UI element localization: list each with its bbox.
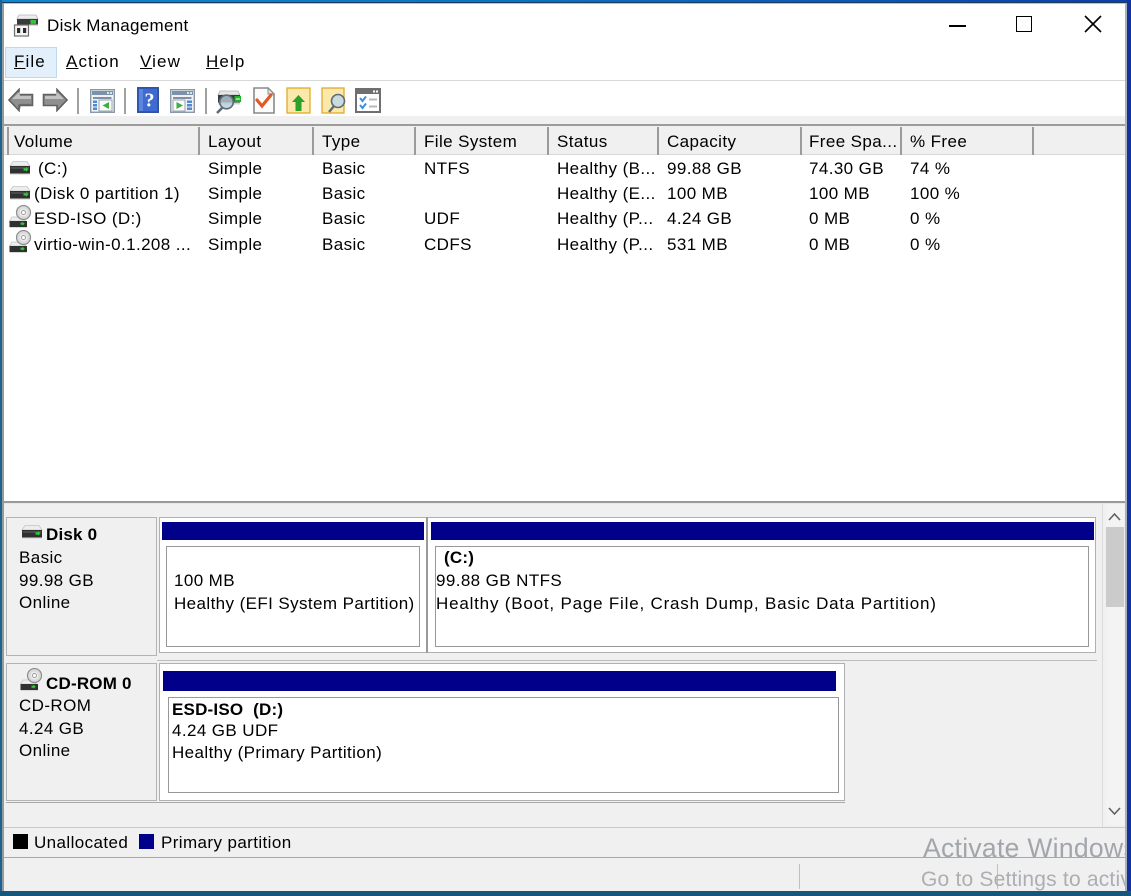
svg-text:?: ? (145, 90, 155, 112)
